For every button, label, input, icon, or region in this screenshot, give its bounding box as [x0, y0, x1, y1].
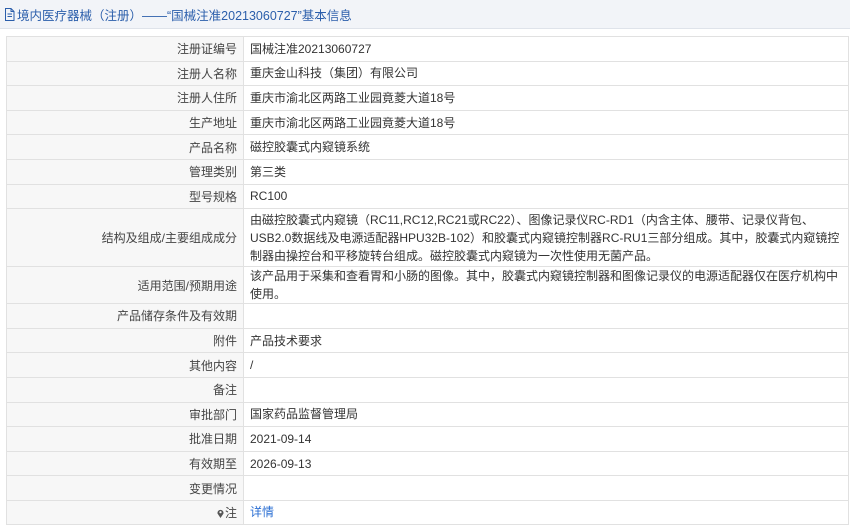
document-icon: [5, 7, 15, 21]
field-label: 其他内容: [6, 352, 244, 378]
table-row: 产品储存条件及有效期: [6, 303, 849, 329]
table-row: 型号规格 RC100: [6, 183, 849, 210]
table-row: 变更情况: [6, 475, 849, 501]
field-value: /: [243, 352, 849, 378]
table-row: 批准日期 2021-09-14: [6, 426, 849, 452]
table-row: 有效期至 2026-09-13: [6, 450, 849, 477]
field-label: 适用范围/预期用途: [6, 266, 244, 305]
field-value: 重庆金山科技（集团）有限公司: [243, 60, 849, 87]
table-row: 适用范围/预期用途 该产品用于采集和查看胃和小肠的图像。其中，胶囊式内窥镜控制器…: [6, 266, 849, 305]
field-value: 产品技术要求: [243, 327, 849, 354]
field-label: 产品名称: [6, 134, 244, 160]
field-value: [243, 303, 849, 329]
table-row: 注册人住所 重庆市渝北区两路工业园竟菱大道18号: [6, 85, 849, 111]
table-row: 注册人名称 重庆金山科技（集团）有限公司: [6, 60, 849, 87]
device-info-table: 注册证编号 国械注准20213060727 注册人名称 重庆金山科技（集团）有限…: [6, 36, 849, 525]
field-label: 批准日期: [6, 426, 244, 452]
table-row: 结构及组成/主要组成成分 由磁控胶囊式内窥镜（RC11,RC12,RC21或RC…: [6, 208, 849, 268]
map-pin-icon: [217, 509, 224, 518]
field-value: 重庆市渝北区两路工业园竟菱大道18号: [243, 85, 849, 111]
table-row: 其他内容 /: [6, 352, 849, 378]
field-label: 注册人名称: [6, 60, 244, 87]
field-label: 注册证编号: [6, 36, 244, 62]
details-link[interactable]: 详情: [250, 505, 274, 519]
field-label: 附件: [6, 327, 244, 354]
field-label: 备注: [6, 376, 244, 403]
note-label-cell: 注: [6, 499, 244, 525]
note-value-cell: 详情: [243, 499, 849, 525]
note-label: 注: [224, 505, 237, 520]
note-row: 注 详情: [6, 499, 849, 525]
field-value: 国械注准20213060727: [243, 36, 849, 62]
field-label: 型号规格: [6, 183, 244, 210]
field-value: 该产品用于采集和查看胃和小肠的图像。其中，胶囊式内窥镜控制器和图像记录仪的电源适…: [243, 266, 849, 305]
field-label: 审批部门: [6, 401, 244, 428]
table-row: 生产地址 重庆市渝北区两路工业园竟菱大道18号: [6, 109, 849, 136]
field-value: RC100: [243, 183, 849, 210]
field-label: 管理类别: [6, 158, 244, 185]
field-value: [243, 376, 849, 403]
table-row: 管理类别 第三类: [6, 158, 849, 185]
field-value: 磁控胶囊式内窥镜系统: [243, 134, 849, 160]
table-row: 附件 产品技术要求: [6, 327, 849, 354]
field-value: 2026-09-13: [243, 450, 849, 477]
field-value: [243, 475, 849, 501]
table-row: 注册证编号 国械注准20213060727: [6, 36, 849, 62]
table-row: 备注: [6, 376, 849, 403]
field-value: 第三类: [243, 158, 849, 185]
page-header: 境内医疗器械（注册）——“国械注准20213060727”基本信息: [0, 0, 850, 29]
field-value: 由磁控胶囊式内窥镜（RC11,RC12,RC21或RC22）、图像记录仪RC-R…: [243, 208, 849, 268]
field-label: 结构及组成/主要组成成分: [6, 208, 244, 268]
page-title: 境内医疗器械（注册）——“国械注准20213060727”基本信息: [17, 8, 352, 23]
field-label: 有效期至: [6, 450, 244, 477]
table-row: 审批部门 国家药品监督管理局: [6, 401, 849, 428]
field-value: 2021-09-14: [243, 426, 849, 452]
field-label: 注册人住所: [6, 85, 244, 111]
table-row: 产品名称 磁控胶囊式内窥镜系统: [6, 134, 849, 160]
field-value: 国家药品监督管理局: [243, 401, 849, 428]
field-label: 产品储存条件及有效期: [6, 303, 244, 329]
field-label: 生产地址: [6, 109, 244, 136]
field-value: 重庆市渝北区两路工业园竟菱大道18号: [243, 109, 849, 136]
field-label: 变更情况: [6, 475, 244, 501]
